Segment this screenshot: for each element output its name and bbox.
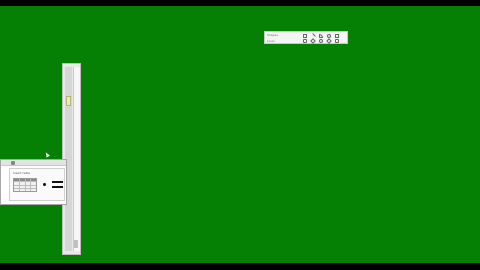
rectangle-tool-icon[interactable] [303,34,307,38]
scrollbar-thumb[interactable] [74,240,78,248]
dialog-titlebar[interactable] [1,160,66,166]
triangle-tool-icon[interactable] [310,38,316,44]
grid-cell[interactable] [19,179,25,182]
insert-table-dialog: Insert table [0,159,67,205]
grid-cell[interactable] [14,182,19,185]
grid-cell[interactable] [25,182,31,185]
toolbar-label-shapes: Shapes [267,33,278,37]
mouse-cursor-icon [44,151,50,158]
grid-cell[interactable] [31,182,36,185]
grid-cell[interactable] [25,185,31,188]
grid-cell[interactable] [31,179,36,182]
grid-cell[interactable] [25,188,31,191]
grid-cell[interactable] [19,185,25,188]
grid-cell[interactable] [19,182,25,185]
star-tool-icon[interactable] [319,39,323,43]
polygon-tool-icon[interactable] [335,34,339,38]
desktop-background: Shapes Lines Insert table [0,6,480,263]
close-icon[interactable] [11,161,15,165]
arrow-tool-icon[interactable] [303,39,307,43]
curve-tool-icon[interactable] [319,34,323,38]
dialog-content: Insert table [9,168,65,201]
diamond-tool-icon[interactable] [326,38,332,44]
toolbar-label-lines: Lines [267,39,275,43]
grid-cell[interactable] [14,185,19,188]
grid-cell[interactable] [14,179,19,182]
panel-scrollbar[interactable] [73,67,80,251]
dialog-caption: Insert table [13,171,31,175]
bullet-icon [43,183,46,186]
ok-button[interactable] [52,181,63,183]
grid-cell[interactable] [14,188,19,191]
grid-cell[interactable] [25,179,31,182]
table-grid-picker[interactable] [13,178,37,192]
grid-cell[interactable] [19,188,25,191]
cancel-button[interactable] [52,186,63,188]
slider-handle[interactable] [66,96,71,106]
grid-cell[interactable] [31,185,36,188]
grid-cell[interactable] [31,188,36,191]
hexagon-tool-icon[interactable] [335,39,339,43]
drawing-toolbar: Shapes Lines [264,31,348,44]
